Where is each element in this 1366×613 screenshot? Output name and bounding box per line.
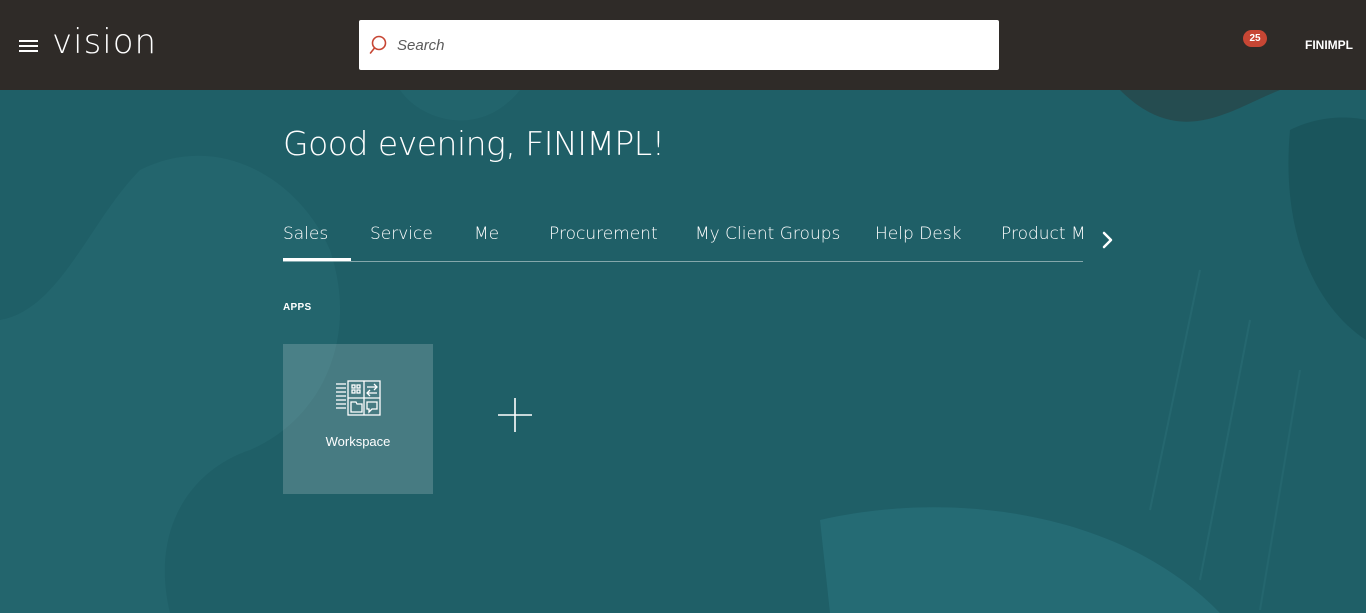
search-input[interactable] [397, 30, 987, 60]
user-menu[interactable]: FINIMPL [1305, 38, 1353, 52]
app-logo[interactable]: vision [52, 22, 157, 62]
tab-my-client-groups[interactable]: My Client Groups [695, 224, 840, 244]
tab-procurement[interactable]: Procurement [549, 224, 658, 244]
menu-icon[interactable] [19, 40, 38, 54]
search-icon [369, 35, 387, 54]
tab-bar: Sales Service Me Procurement My Client G… [283, 218, 1083, 262]
notification-badge[interactable]: 25 [1243, 30, 1267, 47]
tab-help-desk[interactable]: Help Desk [875, 224, 961, 244]
app-tile-label: Workspace [325, 434, 391, 449]
top-bar: vision 25 FINIMPL [0, 0, 1366, 90]
workspace-icon [336, 380, 381, 416]
plus-icon[interactable] [495, 395, 535, 435]
apps-section-label: APPS [283, 302, 312, 313]
tab-product-management[interactable]: Product Ma [1001, 224, 1083, 244]
chevron-right-icon[interactable] [1098, 228, 1118, 252]
tab-me[interactable]: Me [474, 224, 499, 244]
background-pattern [0, 90, 1366, 613]
app-tile-workspace[interactable]: Workspace [283, 344, 433, 494]
page-greeting: Good evening, FINIMPL! [283, 124, 665, 163]
tab-sales[interactable]: Sales [283, 224, 328, 244]
tab-service[interactable]: Service [370, 224, 433, 244]
search-bar[interactable] [359, 20, 999, 70]
active-tab-indicator [283, 258, 351, 261]
